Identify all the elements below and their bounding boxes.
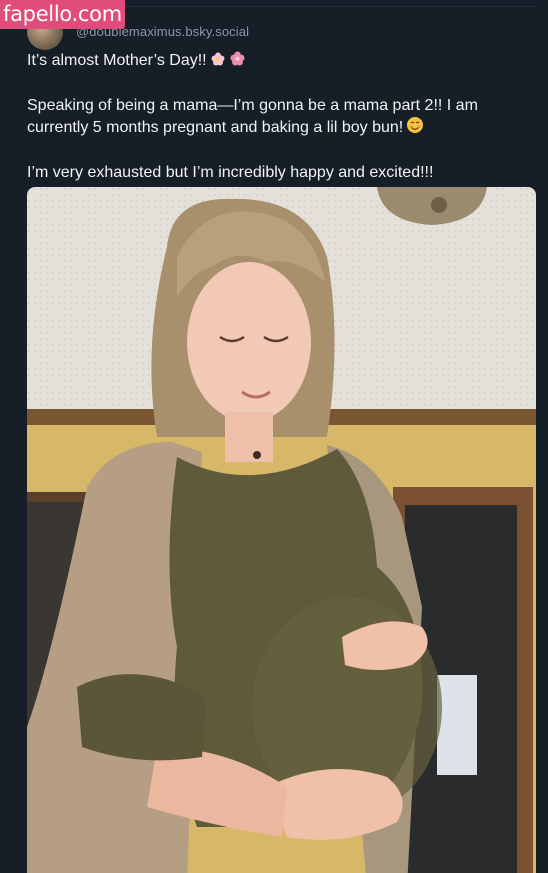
cherry-blossom-icon [229, 50, 246, 73]
post-paragraph: I’m very exhausted but I’m incredibly ha… [27, 162, 527, 183]
post: @doublemaximus.bsky.social It’s almost M… [0, 0, 548, 873]
page: @doublemaximus.bsky.social It’s almost M… [0, 0, 548, 873]
post-paragraph: Speaking of being a mama—I’m gonna be a … [27, 95, 527, 140]
smiling-face-icon [406, 116, 424, 140]
photo-illustration [27, 187, 536, 873]
post-paragraph: It’s almost Mother’s Day!! [27, 50, 527, 73]
post-paragraph-3: I’m very exhausted but I’m incredibly ha… [27, 164, 434, 181]
post-text: It’s almost Mother’s Day!! Speaking of b… [27, 50, 527, 205]
post-paragraph-1: It’s almost Mother’s Day!! [27, 52, 207, 69]
site-watermark: fapello.com [0, 0, 125, 29]
blossom-icon [210, 51, 226, 73]
post-image[interactable] [27, 187, 536, 873]
